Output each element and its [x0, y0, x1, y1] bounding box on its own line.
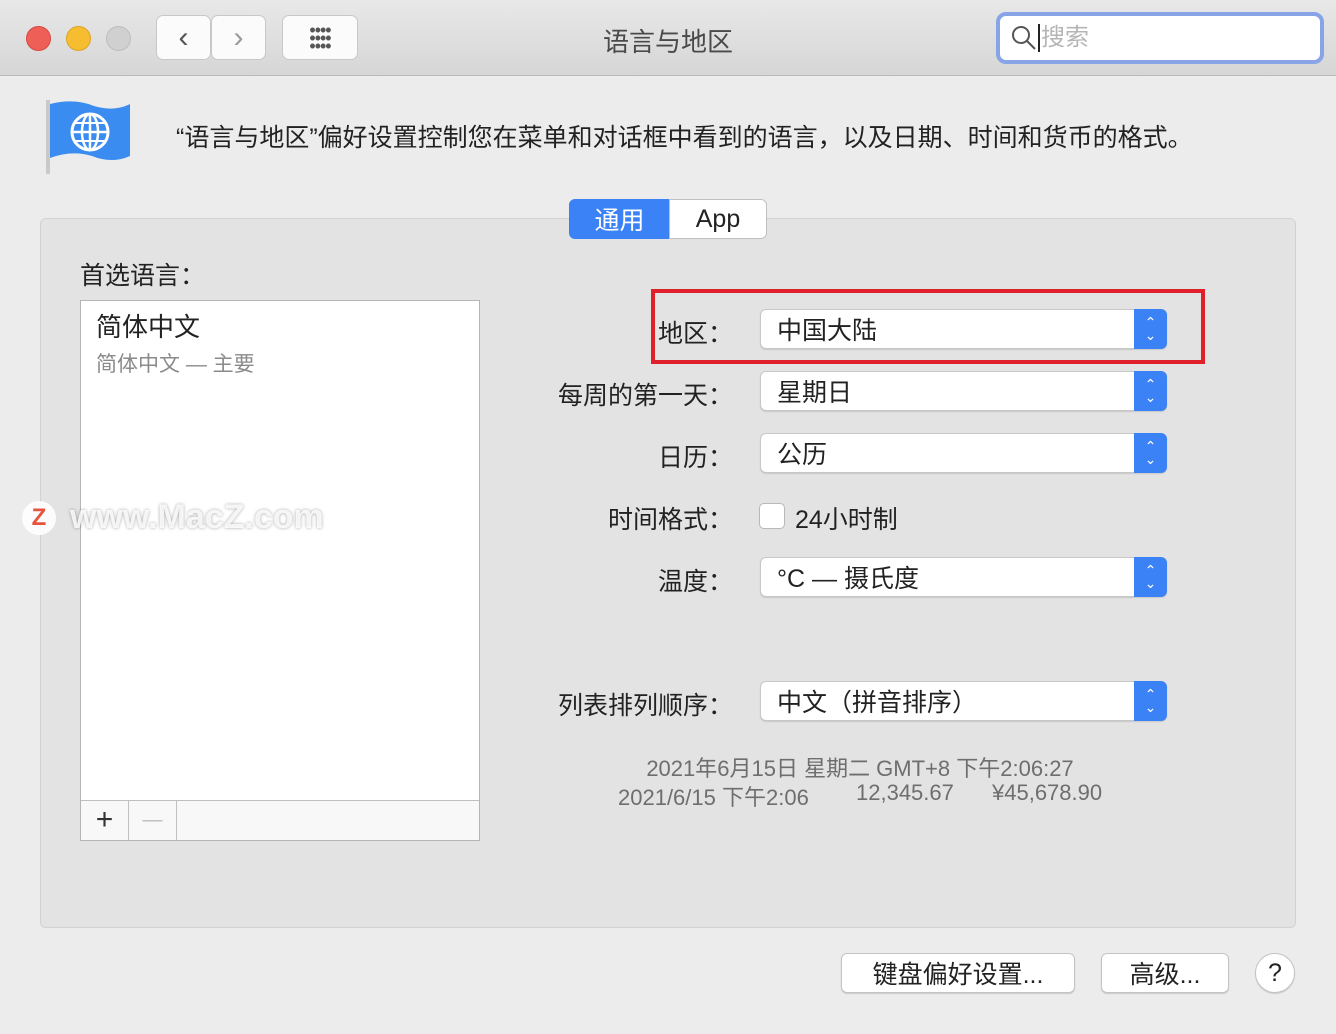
format-preview-date: 2021/6/15 下午2:06 [618, 780, 809, 812]
format-preview-number: 12,345.67 [856, 780, 954, 806]
24-hour-label[interactable]: 24小时制 [795, 500, 898, 536]
first-day-select[interactable]: 星期日 ⌃⌄ [760, 371, 1167, 411]
first-day-label: 每周的第一天： [433, 376, 733, 412]
calendar-select[interactable]: 公历 ⌃⌄ [760, 433, 1167, 473]
sort-order-value: 中文（拼音排序） [777, 683, 977, 719]
chevron-updown-icon: ⌃⌄ [1134, 371, 1167, 411]
sort-order-label: 列表排列顺序： [433, 686, 733, 722]
add-language-button[interactable]: + [81, 801, 129, 840]
temperature-select[interactable]: °C — 摄氏度 ⌃⌄ [760, 557, 1167, 597]
remove-language-button[interactable]: — [129, 801, 177, 840]
search-placeholder: 搜索 [1038, 24, 1089, 52]
keyboard-preferences-button[interactable]: 键盘偏好设置... [841, 953, 1075, 993]
calendar-value: 公历 [777, 435, 827, 471]
chevron-updown-icon: ⌃⌄ [1134, 681, 1167, 721]
24-hour-checkbox[interactable] [759, 503, 785, 529]
tab-app[interactable]: App [669, 199, 767, 239]
language-name: 简体中文 [96, 307, 479, 344]
sort-order-select[interactable]: 中文（拼音排序） ⌃⌄ [760, 681, 1167, 721]
calendar-label: 日历： [433, 438, 733, 474]
chevron-updown-icon: ⌃⌄ [1134, 433, 1167, 473]
advanced-button[interactable]: 高级... [1101, 953, 1229, 993]
temperature-value: °C — 摄氏度 [777, 559, 919, 595]
region-value: 中国大陆 [777, 311, 877, 347]
format-preview-currency: ¥45,678.90 [992, 780, 1102, 806]
language-list[interactable]: 简体中文 简体中文 — 主要 + — [80, 300, 480, 841]
format-preview-long: 2021年6月15日 星期二 GMT+8 下午2:06:27 [560, 751, 1160, 783]
list-item[interactable]: 简体中文 简体中文 — 主要 [81, 301, 479, 378]
language-sub: 简体中文 — 主要 [96, 348, 479, 378]
tab-general[interactable]: 通用 [569, 199, 670, 239]
help-button[interactable]: ? [1255, 953, 1295, 993]
watermark-logo: Z [22, 501, 56, 535]
time-format-label: 时间格式： [433, 500, 733, 536]
search-input[interactable]: 搜索 [996, 12, 1324, 64]
preferred-languages-label: 首选语言： [80, 256, 205, 292]
chevron-updown-icon: ⌃⌄ [1134, 557, 1167, 597]
search-icon [1010, 24, 1038, 52]
region-label: 地区： [433, 314, 733, 350]
first-day-value: 星期日 [777, 373, 852, 409]
temperature-label: 温度： [433, 562, 733, 598]
globe-flag-icon [44, 98, 134, 176]
region-select[interactable]: 中国大陆 ⌃⌄ [760, 309, 1167, 349]
chevron-updown-icon: ⌃⌄ [1134, 309, 1167, 349]
watermark-text: www.MacZ.com [70, 498, 324, 537]
description: “语言与地区”偏好设置控制您在菜单和对话框中看到的语言，以及日期、时间和货币的格… [176, 118, 1193, 154]
